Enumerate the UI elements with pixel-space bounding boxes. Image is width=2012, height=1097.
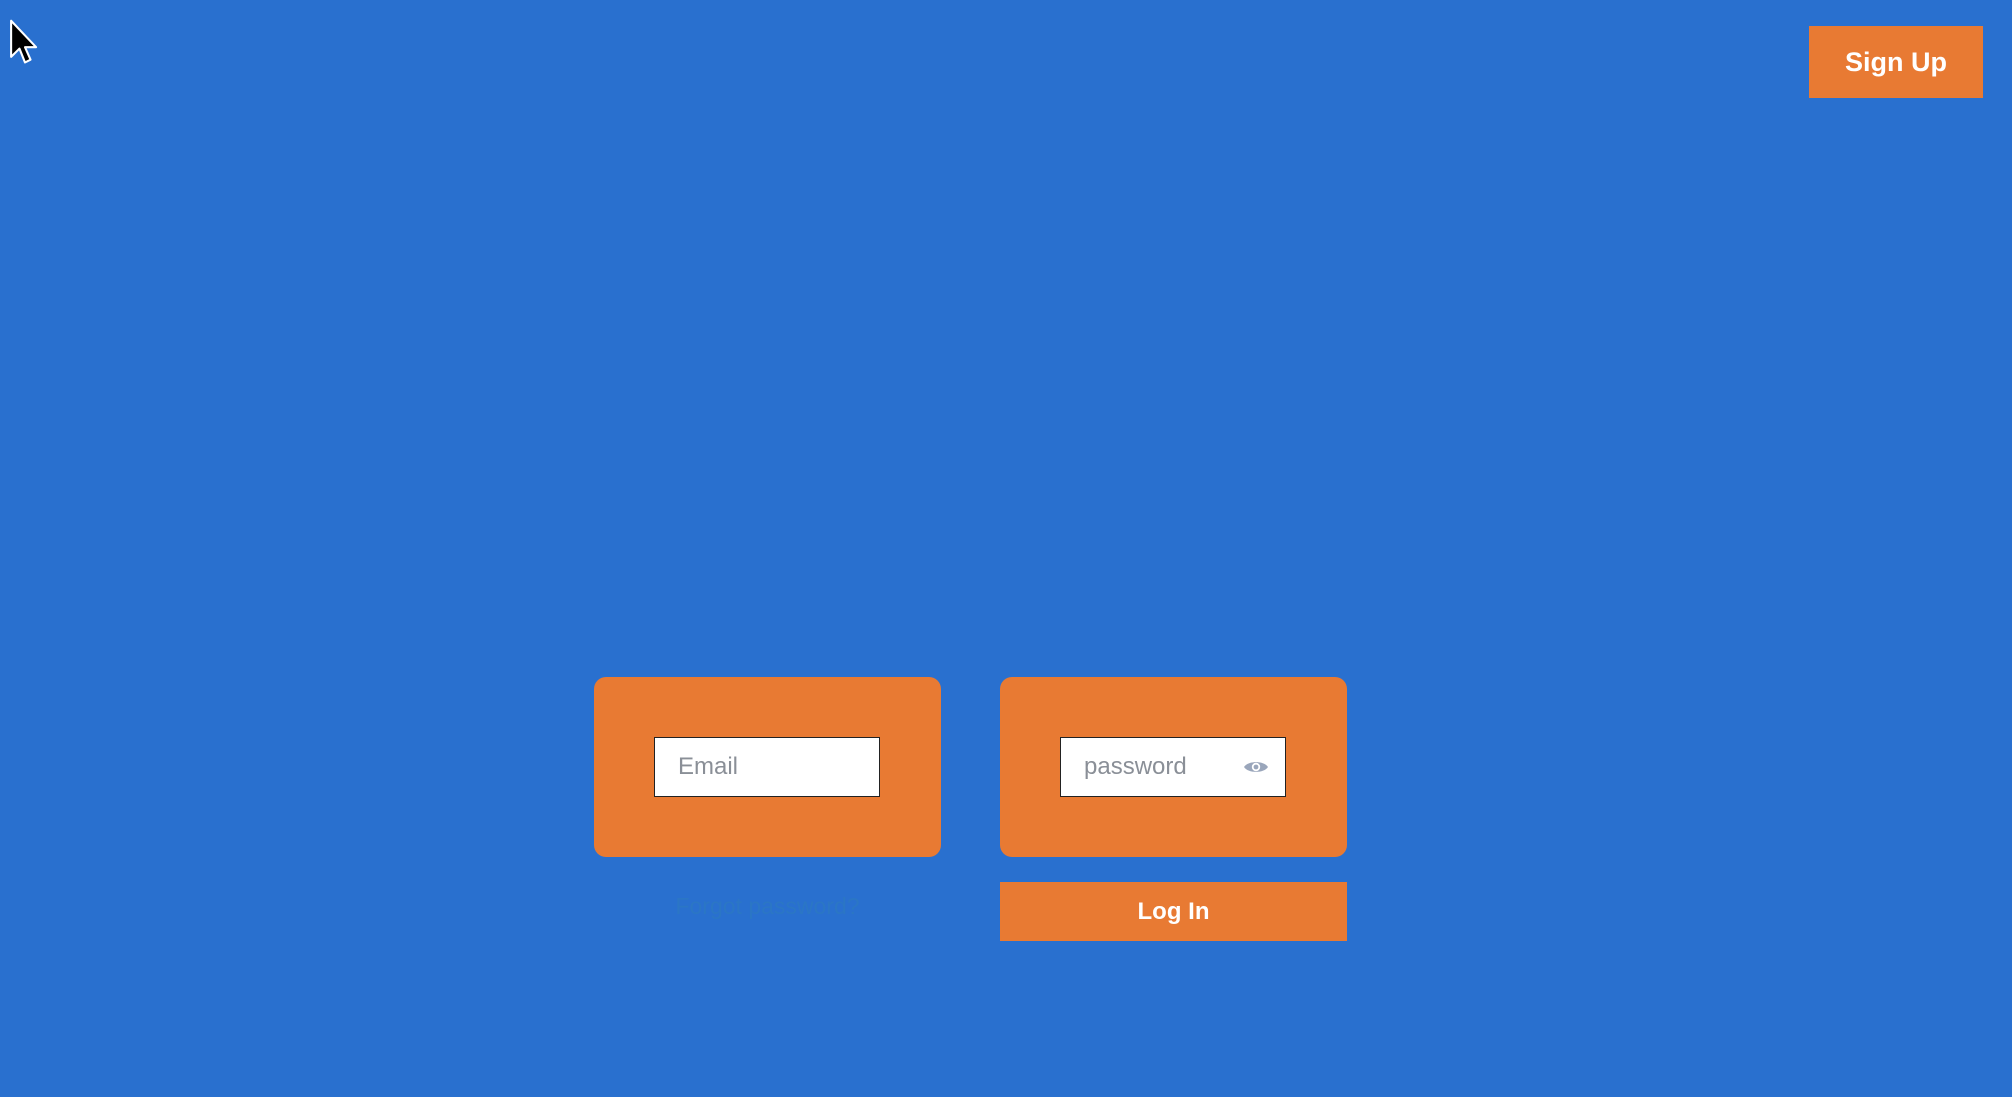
- log-in-button[interactable]: Log In: [1000, 882, 1347, 941]
- password-card: [1000, 677, 1347, 857]
- forgot-password-link[interactable]: Forgot password?: [594, 893, 941, 920]
- sign-up-button[interactable]: Sign Up: [1809, 26, 1983, 98]
- email-input[interactable]: [655, 738, 879, 796]
- mouse-cursor-icon: [10, 19, 38, 64]
- eye-icon[interactable]: [1243, 759, 1269, 775]
- email-card: [594, 677, 941, 857]
- email-field-wrapper: [654, 737, 880, 797]
- password-field-wrapper: [1060, 737, 1286, 797]
- login-page: Sign Up Forgot password? Log In: [0, 0, 2012, 1097]
